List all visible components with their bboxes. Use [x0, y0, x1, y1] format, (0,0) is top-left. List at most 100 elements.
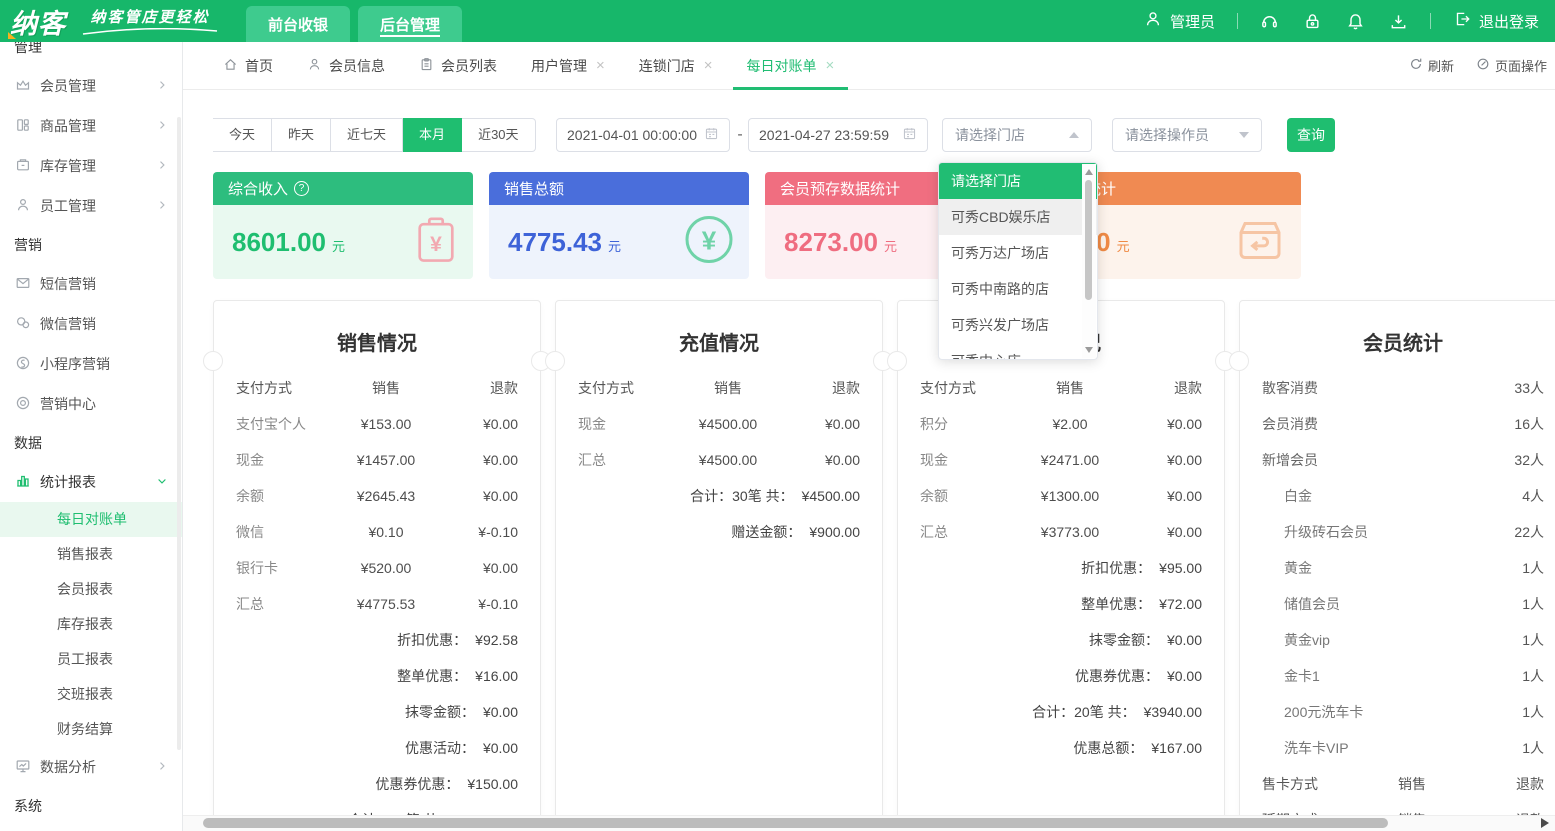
panel-member-stats: 会员统计 散客消费 33人 会员消费 16人: [1239, 300, 1555, 831]
sidebar-item-sales-report[interactable]: 销售报表: [0, 537, 182, 572]
table-row: 现金 ¥2471.00 ¥0.00: [920, 442, 1202, 478]
sidebar-section-data: 数据: [0, 424, 182, 462]
sidebar-item-stats-report[interactable]: 统计报表: [0, 462, 182, 502]
box-return-icon: [1233, 216, 1287, 269]
main-content: 今天 昨天 近七天 本月 近30天 2021-04-01 00:00:00 - …: [183, 90, 1555, 831]
scroll-right-icon[interactable]: [1541, 818, 1549, 828]
sidebar-item-goods-manage[interactable]: 商品管理: [0, 106, 182, 146]
store-select[interactable]: 请选择门店: [942, 118, 1092, 152]
download-icon[interactable]: [1389, 12, 1408, 31]
tab-member-info[interactable]: 会员信息: [307, 42, 385, 89]
quick-range-button[interactable]: 本月: [403, 118, 462, 152]
sidebar-item-inventory-manage[interactable]: 库存管理: [0, 146, 182, 186]
card-unit: 元: [884, 236, 897, 255]
sidebar-scrollbar[interactable]: [177, 117, 181, 750]
panel-sales: 销售情况 支付方式 销售 退款 支付宝个人 ¥153.00 ¥0.00: [213, 300, 541, 831]
current-user[interactable]: 管理员: [1144, 10, 1215, 32]
logout-button[interactable]: 退出登录: [1453, 10, 1539, 32]
dropdown-scrollbar[interactable]: [1082, 164, 1096, 358]
tab-member-list[interactable]: 会员列表: [419, 42, 497, 89]
inventory-box-icon: [15, 157, 31, 176]
scrollbar-thumb[interactable]: [203, 818, 1388, 828]
member-stat-row: 新增会员 32人: [1262, 442, 1544, 478]
table-row: 余额 ¥2645.43 ¥0.00: [236, 478, 518, 514]
person-icon: [307, 57, 322, 75]
sidebar-item-wechat-marketing[interactable]: 微信营销: [0, 304, 182, 344]
sidebar-section-manage: 管理: [0, 42, 182, 66]
nav-tab-backoffice[interactable]: 后台管理: [358, 6, 462, 42]
sidebar-item-daily-statement[interactable]: 每日对账单: [0, 502, 182, 537]
quick-range-button[interactable]: 昨天: [272, 118, 331, 152]
store-option[interactable]: 可秀CBD娱乐店: [939, 199, 1097, 235]
svg-text:¥: ¥: [702, 226, 717, 256]
card-value: 8273.00: [784, 205, 878, 279]
miniprogram-icon: [15, 355, 31, 374]
scroll-up-icon[interactable]: [1085, 169, 1093, 175]
refresh-button[interactable]: 刷新: [1409, 56, 1454, 75]
member-stat-row: 金卡1 1人: [1262, 658, 1544, 694]
tab-home[interactable]: 首页: [223, 42, 273, 89]
sidebar: 管理 会员管理 商品管理 库存管理 员工管理 营销 短信营销 微信营销: [0, 42, 183, 831]
sidebar-item-member-manage[interactable]: 会员管理: [0, 66, 182, 106]
quick-range-button[interactable]: 近七天: [331, 118, 403, 152]
support-headset-icon[interactable]: [1260, 12, 1279, 31]
end-date-input[interactable]: 2021-04-27 23:59:59: [748, 118, 928, 152]
table-header: 支付方式 销售 退款: [920, 370, 1202, 406]
store-option[interactable]: 可秀中心店: [939, 343, 1097, 360]
panel-notch: [887, 351, 907, 371]
table-row: 积分 ¥2.00 ¥0.00: [920, 406, 1202, 442]
quick-range-button[interactable]: 近30天: [462, 118, 535, 152]
member-stat-row: 黄金vip 1人: [1262, 622, 1544, 658]
store-option[interactable]: 可秀万达广场店: [939, 235, 1097, 271]
summary-row: 合计：20笔 共： ¥3940.00: [920, 694, 1202, 730]
store-option[interactable]: 可秀中南路的店: [939, 271, 1097, 307]
scroll-down-icon[interactable]: [1085, 347, 1093, 353]
operator-select[interactable]: 请选择操作员: [1112, 118, 1262, 152]
bell-icon[interactable]: [1346, 12, 1365, 31]
start-date-input[interactable]: 2021-04-01 00:00:00: [556, 118, 730, 152]
store-option[interactable]: 请选择门店: [939, 163, 1097, 199]
panel-recharge: 充值情况 支付方式 销售 退款 现金 ¥4500.00 ¥0.00: [555, 300, 883, 831]
horizontal-scrollbar[interactable]: [183, 815, 1555, 831]
close-icon[interactable]: ×: [826, 57, 835, 74]
summary-row: 抹零金额： ¥0.00: [236, 694, 518, 730]
summary-row: 折扣优惠： ¥95.00: [920, 550, 1202, 586]
chevron-right-icon: [156, 78, 168, 94]
sidebar-item-staff-report[interactable]: 员工报表: [0, 642, 182, 677]
quick-range-button[interactable]: 今天: [213, 118, 272, 152]
tab-user-manage[interactable]: 用户管理 ×: [531, 42, 605, 89]
sidebar-item-staff-manage[interactable]: 员工管理: [0, 186, 182, 226]
store-option[interactable]: 可秀兴发广场店: [939, 307, 1097, 343]
tab-chain-stores[interactable]: 连锁门店 ×: [639, 42, 713, 89]
scrollbar-thumb[interactable]: [1085, 180, 1092, 300]
sidebar-item-miniprogram-marketing[interactable]: 小程序营销: [0, 344, 182, 384]
active-tab-underline: [380, 35, 440, 37]
close-icon[interactable]: ×: [596, 57, 605, 74]
sidebar-item-member-report[interactable]: 会员报表: [0, 572, 182, 607]
card-unit: 元: [608, 236, 621, 255]
user-icon: [1144, 10, 1162, 32]
circle-yen-icon: ¥: [683, 214, 735, 271]
sidebar-item-shift-report[interactable]: 交班报表: [0, 677, 182, 712]
logo-accent: [8, 32, 16, 39]
member-stat-row: 洗车卡VIP 1人: [1262, 730, 1544, 766]
clipboard-icon: [419, 57, 434, 75]
tab-daily-statement[interactable]: 每日对账单 ×: [747, 42, 835, 89]
sidebar-item-data-analysis[interactable]: 数据分析: [0, 747, 182, 787]
table-row: 汇总 ¥4500.00 ¥0.00: [578, 442, 860, 478]
table-header: 支付方式 销售 退款: [236, 370, 518, 406]
card-total-sales: 销售总额 4775.43 元 ¥: [489, 172, 749, 279]
sidebar-item-marketing-center[interactable]: 营销中心: [0, 384, 182, 424]
sidebar-item-sms-marketing[interactable]: 短信营销: [0, 264, 182, 304]
sidebar-item-inventory-report[interactable]: 库存报表: [0, 607, 182, 642]
panel-notch: [203, 351, 223, 371]
sidebar-item-finance-settlement[interactable]: 财务结算: [0, 712, 182, 747]
close-icon[interactable]: ×: [704, 57, 713, 74]
lock-icon[interactable]: [1303, 12, 1322, 31]
nav-tab-frontdesk[interactable]: 前台收银: [246, 6, 350, 42]
help-icon[interactable]: ?: [294, 181, 309, 196]
search-button[interactable]: 查询: [1287, 118, 1335, 152]
page-ops-button[interactable]: 页面操作: [1476, 56, 1547, 75]
table-row: 银行卡 ¥520.00 ¥0.00: [236, 550, 518, 586]
wechat-icon: [15, 315, 31, 334]
